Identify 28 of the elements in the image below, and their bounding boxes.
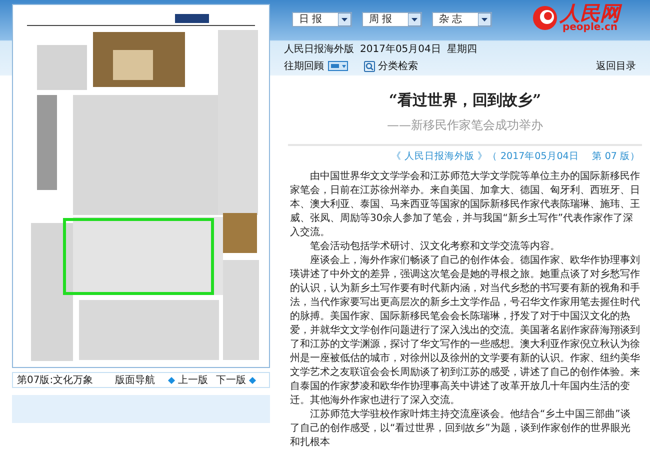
dropdown[interactable]: 日 报	[292, 12, 352, 27]
logo-domain: people.cn	[562, 23, 618, 33]
article-paragraph: 座谈会上，海外作家们畅谈了自己的创作体会。德国作家、欧华作协理事刘瑛讲述了中外文的差异，强调这次笔会是她的寻根之旅。她重点谈了对乡愁写作的认识，认为新乡土写作要有时代新内涵，对当代乡愁的书写要有新的视角和手法，当代作家要写出更高层次的新乡土文学作品，号召华文作家用笔去握住时代的脉搏。美国作家、国际新移民笔会会长陈瑞琳，抒发了对于中国汉文化的热爱，并就华文文学创作问题进行了深入浅出的交流。美国著名剧作家薛海翔谈到了和江苏的文学渊源，探讨了华文写作的一些感想。澳大利亚作家倪立秋认为徐州是一座被低估的城市，对徐州以及徐州的文学要有新的认识。作家、纽约美华文学艺术之友联谊会会长周励谈了初到江苏的感受，讲述了自己的创作体验。来自泰国的作家梦凌和欧华作协理事高关中讲述了改革开放几十年国内生活的变迁。其他海外作家也进行了深入交流。	[290, 254, 640, 408]
next-page-link[interactable]: 下一版	[216, 372, 246, 388]
article-source: 《 人民日报海外版 》（ 2017年05月04日 第 07 版）	[391, 150, 640, 164]
article-title: “看过世界，回到故乡”	[388, 90, 542, 111]
dropdown[interactable]: 周 报	[362, 12, 422, 27]
article-paragraph: 江苏师范大学驻校作家叶炜主持交流座谈会。他结合“乡土中国三部曲”谈了自己的创作感受，以“看过世界，回到故乡”为题，谈到作家创作的世界眼光和扎根本	[290, 408, 632, 450]
caret-icon	[338, 13, 351, 26]
caret-icon	[478, 13, 491, 26]
search-icon	[364, 60, 375, 72]
article-paragraph: 由中国世界华文文学学会和江苏师范大学文学院等单位主办的国际新移民作家笔会，日前在江苏徐州举办。来自美国、加拿大、德国、匈牙利、西班牙、日本、澳大利亚、泰国、马来西亚等国家的国际新移民作家代表陈瑞琳、施玮、王威、张凤、周励等30余人参加了笔会，并与我国“新乡土写作”代表作家作了深入交流。	[290, 170, 640, 240]
page-section-label: 第07版:文化万象	[17, 374, 94, 388]
edition-label: 人民日报海外版	[284, 42, 354, 57]
previous-page-link[interactable]: 上一版	[178, 372, 208, 388]
dropdown[interactable]: 杂 志	[432, 12, 492, 27]
article-paragraph: 笔会活动包括学术研讨、汉文化考察和文学交流等内容。	[309, 240, 561, 254]
back-to-contents-link[interactable]: 返回目录	[596, 58, 636, 74]
logo-icon	[532, 5, 558, 31]
category-search-link[interactable]: 分类检索	[378, 58, 418, 74]
logo-text: 人民网	[560, 3, 620, 23]
article-subtitle: ——新移民作家笔会成功举办	[387, 116, 543, 134]
archive-link[interactable]: 往期回顾	[284, 58, 324, 74]
weekday-label: 星期四	[446, 42, 477, 57]
caret-icon	[408, 13, 421, 26]
page-nav-label: 版面导航	[115, 374, 156, 388]
date-label: 2017年05月04日	[360, 43, 441, 57]
calendar-icon[interactable]	[328, 61, 348, 71]
